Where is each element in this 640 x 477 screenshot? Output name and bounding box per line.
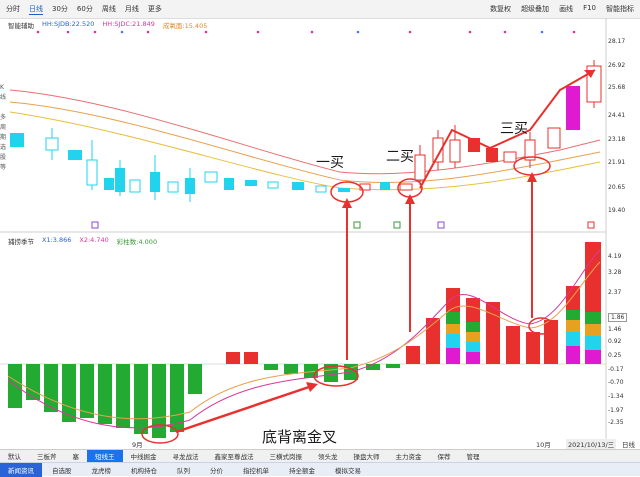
annotation-buy2: 二买	[386, 149, 414, 165]
strategy-tab[interactable]: 三板斧	[29, 451, 65, 461]
indicator-tick: 1.86	[608, 313, 628, 322]
left-sidebar: K 线 多 周 期 选 股 等	[0, 28, 8, 173]
smart-indicator-button[interactable]: 智能指标	[606, 4, 634, 14]
price-tick: 28.17	[608, 38, 626, 45]
super-overlay-button[interactable]: 超级叠加	[521, 4, 549, 14]
rights-adjust-button[interactable]: 数复权	[490, 4, 511, 14]
sidebar-label: 等	[0, 164, 7, 171]
annotation-buy3: 三买	[500, 121, 528, 137]
strategy-tab[interactable]: 管理	[459, 451, 488, 461]
strategy-tab[interactable]: 保荐	[430, 451, 459, 461]
nav-sim-trade[interactable]: 模拟交易	[325, 465, 371, 475]
sidebar-label: K	[0, 84, 4, 91]
annotation-divergence: 底背离金叉	[262, 428, 338, 446]
indicator-tick: -1.97	[608, 407, 624, 414]
buy2-circle	[397, 178, 423, 198]
period-tabs: 分时 日线 30分 60分 周线 月线 更多	[0, 4, 162, 15]
divergence-circle-left	[141, 424, 179, 444]
indicator-line-x2	[7, 261, 601, 420]
annotation-buy1: 一买	[316, 155, 344, 171]
sidebar-label: 期	[0, 134, 7, 141]
strategy-tab[interactable]: 领头龙	[310, 451, 346, 461]
indicator-tick: 3.28	[608, 269, 622, 276]
indicator-tick: -0.17	[608, 366, 624, 373]
ma-line-orange	[9, 101, 601, 184]
strategy-tab[interactable]: 鑫家至尊战法	[207, 451, 262, 461]
indicator-tick: 0.25	[608, 352, 622, 359]
x-date-current: 2021/10/13/三	[566, 439, 617, 449]
sub-indicator-header: 捕捞季节 X1:3.866 X2:4.740 彩柱数:4.000	[8, 236, 157, 246]
strategy-tab[interactable]: 寻龙战法	[165, 451, 207, 461]
nav-institution[interactable]: 机构持仓	[121, 465, 167, 475]
indicator-circle-right	[528, 317, 554, 335]
indicator-tick: -2.35	[608, 419, 624, 426]
sub-indicator-name[interactable]: 捕捞季节	[8, 236, 34, 246]
main-indicator-header: 智能辅助 HH:SJDB:22.520 HH:SJDC:21.849 成氧面:1…	[8, 20, 207, 30]
indicator-tick: -0.70	[608, 379, 624, 386]
indicator-tick: 4.19	[608, 253, 622, 260]
sidebar-label: 选	[0, 144, 7, 151]
price-tick: 19.40	[608, 207, 626, 214]
tab-monthly[interactable]: 月线	[125, 4, 139, 14]
strategy-tab[interactable]: 操盘大师	[346, 451, 388, 461]
indicator-tick: 2.37	[608, 289, 622, 296]
indicator-tick: -1.34	[608, 393, 624, 400]
indicator-value-1: HH:SJDB:22.520	[42, 20, 95, 28]
price-tick: 20.65	[608, 184, 626, 191]
chart-toolbar: 分时 日线 30分 60分 周线 月线 更多 数复权 超级叠加 画线 F10 智…	[0, 0, 640, 19]
indicator-tick: 0.92	[608, 338, 622, 345]
tab-minute[interactable]: 分时	[6, 4, 20, 14]
tab-30min[interactable]: 30分	[52, 4, 68, 14]
strategy-tab[interactable]: 三横式岗振	[262, 451, 311, 461]
strategy-tab[interactable]: 塞	[65, 451, 88, 461]
indicator-bars	[8, 242, 601, 438]
x-date-left: 9月	[132, 441, 143, 449]
sidebar-label: 线	[0, 94, 7, 101]
price-tick: 25.68	[608, 84, 626, 91]
x-date-mid: 10月	[536, 441, 551, 449]
price-tick: 23.18	[608, 136, 626, 143]
x-period: 日线	[622, 441, 635, 449]
price-tick: 24.41	[608, 112, 626, 119]
sub-indicator-value-2: X2:4.740	[79, 236, 109, 244]
price-tick: 26.92	[608, 62, 626, 69]
tab-weekly[interactable]: 周线	[102, 4, 116, 14]
nav-queue[interactable]: 队列	[167, 465, 200, 475]
nav-price-split[interactable]: 分价	[200, 465, 233, 475]
sidebar-label: 周	[0, 124, 7, 131]
sidebar-label: 股	[0, 154, 7, 161]
sidebar-label: 多	[0, 114, 7, 121]
sub-indicator-value-3: 彩柱数:4.000	[116, 238, 158, 246]
tab-daily[interactable]: 日线	[29, 4, 43, 15]
signal-dots	[36, 30, 576, 34]
sub-indicator-value-1: X1:3.866	[42, 236, 72, 244]
strategy-tab[interactable]: 中线掘金	[123, 451, 165, 461]
tab-more[interactable]: 更多	[148, 4, 162, 14]
indicator-tick: 1.46	[608, 326, 622, 333]
indicator-value-3: 成氧面:15.405	[162, 22, 208, 30]
nav-news[interactable]: 新闻资讯	[0, 462, 42, 477]
strategy-tab[interactable]: 主力资金	[388, 451, 430, 461]
draw-line-button[interactable]: 画线	[559, 4, 573, 14]
nav-orders[interactable]: 指控机单	[233, 465, 279, 475]
toolbar-right: 数复权 超级叠加 画线 F10 智能指标	[490, 4, 634, 14]
main-indicator-name[interactable]: 智能辅助	[8, 20, 34, 30]
indicator-line-x1	[7, 249, 601, 429]
divergence-circle-right	[313, 365, 359, 387]
nav-holdings[interactable]: 持全额金	[279, 465, 325, 475]
bottom-nav: 新闻资讯 自选股 龙虎榜 机构持仓 队列 分价 指控机单 持全额金 模拟交易	[0, 462, 640, 477]
f10-button[interactable]: F10	[583, 4, 596, 14]
buy-arrows	[346, 176, 533, 360]
nav-dragon-tiger[interactable]: 龙虎榜	[82, 465, 122, 475]
strategy-tab[interactable]: 短线王	[87, 450, 123, 462]
buy1-circle	[330, 181, 364, 203]
nav-watchlist[interactable]: 自选股	[42, 465, 82, 475]
indicator-value-2: HH:SJDC:21.849	[102, 20, 155, 28]
strategy-tabs: 默认 三板斧 塞 短线王 中线掘金 寻龙战法 鑫家至尊战法 三横式岗振 领头龙 …	[0, 449, 640, 462]
buy3-circle	[513, 156, 551, 176]
price-tick: 21.91	[608, 159, 626, 166]
tab-60min[interactable]: 60分	[77, 4, 93, 14]
strategy-tab[interactable]: 默认	[0, 451, 29, 461]
